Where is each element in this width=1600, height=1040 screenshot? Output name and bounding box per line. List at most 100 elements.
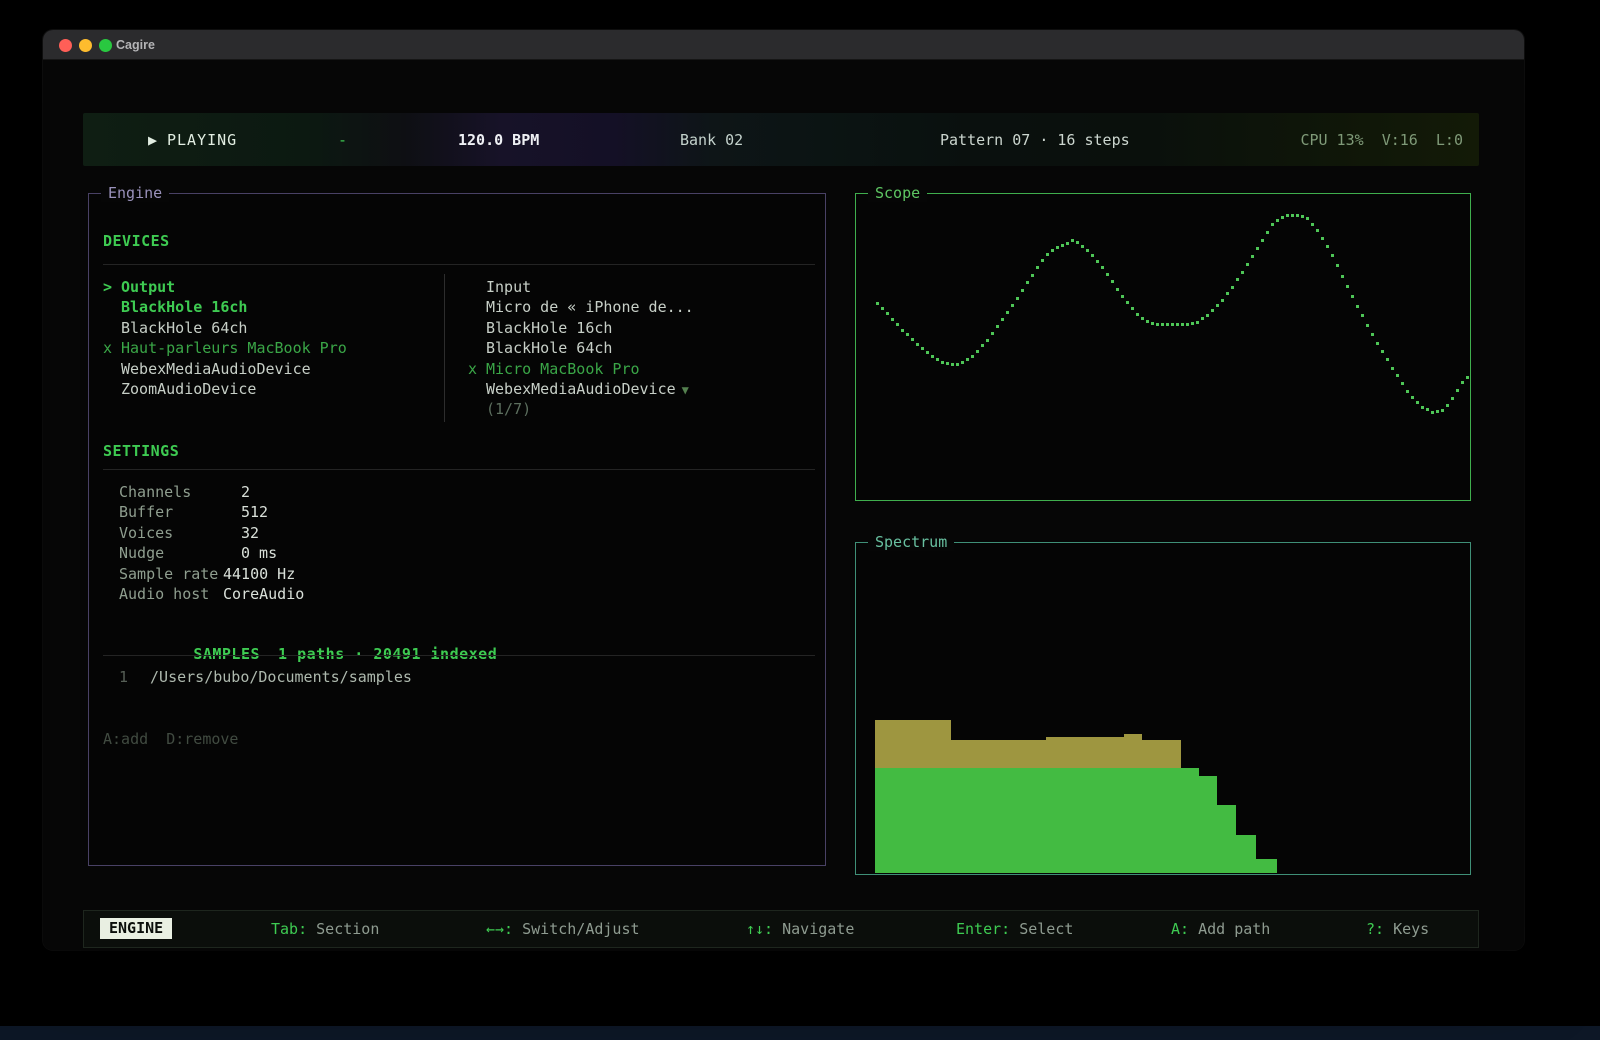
- device-label: BlackHole 16ch: [486, 319, 612, 337]
- device-item[interactable]: WebexMediaAudioDevice▼: [468, 380, 689, 400]
- scope-sample-dot: [1156, 323, 1159, 326]
- scope-sample-dot: [1151, 322, 1154, 325]
- scope-sample-dot: [1206, 314, 1209, 317]
- setting-label: Nudge: [119, 544, 164, 562]
- hint-label: Select: [1010, 920, 1073, 938]
- device-item[interactable]: xHaut-parleurs MacBook Pro: [103, 339, 347, 359]
- spectrum-peak-bar: [1046, 737, 1123, 768]
- scope-sample-dot: [1251, 255, 1254, 258]
- scope-sample-dot: [1346, 285, 1349, 288]
- mode-badge[interactable]: ENGINE: [100, 918, 172, 939]
- scope-sample-dot: [1316, 229, 1319, 232]
- bpm-value[interactable]: 120.0 BPM: [458, 131, 539, 149]
- input-column-header[interactable]: Input: [468, 278, 531, 298]
- setting-value[interactable]: 2: [241, 483, 250, 501]
- device-item[interactable]: WebexMediaAudioDevice: [103, 360, 311, 380]
- setting-value[interactable]: 32: [241, 524, 259, 542]
- scope-sample-dot: [1261, 239, 1264, 242]
- device-prefix: [468, 298, 486, 316]
- scope-sample-dot: [966, 358, 969, 361]
- divider: [103, 469, 815, 470]
- setting-value[interactable]: CoreAudio: [223, 585, 304, 603]
- scope-sample-dot: [1011, 304, 1014, 307]
- setting-row[interactable]: Sample rate44100 Hz: [119, 565, 439, 583]
- device-item[interactable]: BlackHole 64ch: [103, 319, 247, 339]
- scope-sample-dot: [981, 344, 984, 347]
- device-item[interactable]: BlackHole 16ch: [103, 298, 247, 318]
- device-prefix: [103, 360, 121, 378]
- app-content: ▶ PLAYING - 120.0 BPM Bank 02 Pattern 07…: [43, 60, 1524, 950]
- device-item[interactable]: BlackHole 16ch: [468, 319, 612, 339]
- device-label: BlackHole 64ch: [486, 339, 612, 357]
- device-label: BlackHole 64ch: [121, 319, 247, 337]
- setting-row[interactable]: Nudge 0 ms: [119, 544, 439, 562]
- scope-sample-dot: [921, 347, 924, 350]
- zoom-button[interactable]: [99, 39, 112, 52]
- hint-key: A:: [1171, 920, 1189, 938]
- status-bar: ▶ PLAYING - 120.0 BPM Bank 02 Pattern 07…: [83, 113, 1479, 166]
- setting-row[interactable]: Buffer512: [119, 503, 439, 521]
- scope-sample-dot: [1086, 249, 1089, 252]
- device-prefix: [468, 339, 486, 357]
- pattern-indicator[interactable]: Pattern 07 · 16 steps: [940, 131, 1130, 149]
- device-item[interactable]: xMicro MacBook Pro: [468, 360, 640, 380]
- scope-sample-dot: [1181, 323, 1184, 326]
- key-hint-bar: ENGINE Tab: Section←→: Switch/Adjust↑↓: …: [83, 910, 1479, 948]
- key-hint-section: Tab: Section: [271, 920, 379, 938]
- key-hint-keys: ?: Keys: [1366, 920, 1429, 938]
- device-pager: (1/7): [468, 400, 531, 420]
- scope-sample-dot: [1426, 408, 1429, 411]
- samples-summary: 1 paths · 20491 indexed: [278, 645, 497, 663]
- scope-sample-dot: [886, 312, 889, 315]
- scope-sample-dot: [1331, 254, 1334, 257]
- spectrum-panel: Spectrum: [855, 542, 1471, 875]
- scope-sample-dot: [1456, 389, 1459, 392]
- scroll-down-icon: ▼: [682, 383, 689, 397]
- hint-label: Navigate: [773, 920, 854, 938]
- scope-sample-dot: [1076, 241, 1079, 244]
- scope-sample-dot: [1281, 216, 1284, 219]
- path-text: /Users/bubo/Documents/samples: [150, 668, 412, 686]
- setting-label: Audio host: [119, 585, 209, 603]
- setting-row[interactable]: Audio host CoreAudio: [119, 585, 439, 603]
- spectrum-level-bar: [1236, 835, 1256, 873]
- scope-sample-dot: [1341, 275, 1344, 278]
- scope-sample-dot: [1351, 295, 1354, 298]
- samples-heading: SAMPLES: [193, 645, 260, 663]
- scope-sample-dot: [1311, 223, 1314, 226]
- bank-indicator[interactable]: Bank 02: [680, 131, 743, 149]
- device-item[interactable]: BlackHole 64ch: [468, 339, 612, 359]
- device-item[interactable]: Micro de « iPhone de...: [468, 298, 694, 318]
- setting-row[interactable]: Voices32: [119, 524, 439, 542]
- scope-sample-dot: [1061, 244, 1064, 247]
- scope-sample-dot: [1041, 259, 1044, 262]
- setting-value[interactable]: 44100 Hz: [223, 565, 295, 583]
- scope-sample-dot: [976, 350, 979, 353]
- scope-sample-dot: [1051, 249, 1054, 252]
- setting-value[interactable]: 0 ms: [241, 544, 277, 562]
- hint-key: Tab:: [271, 920, 307, 938]
- scope-sample-dot: [991, 332, 994, 335]
- scope-sample-dot: [891, 318, 894, 321]
- spectrum-peak-bar: [1142, 740, 1181, 768]
- scope-sample-dot: [1271, 223, 1274, 226]
- device-prefix: [468, 319, 486, 337]
- scope-sample-dot: [1211, 309, 1214, 312]
- spectrum-display: [856, 543, 1470, 874]
- scope-sample-dot: [936, 358, 939, 361]
- setting-row[interactable]: Channels2: [119, 483, 439, 501]
- scope-sample-dot: [1396, 374, 1399, 377]
- device-item[interactable]: ZoomAudioDevice: [103, 380, 256, 400]
- output-column-header[interactable]: >Output: [103, 278, 175, 298]
- scope-sample-dot: [1461, 381, 1464, 384]
- scope-sample-dot: [1411, 396, 1414, 399]
- setting-value[interactable]: 512: [241, 503, 268, 521]
- sample-path-row[interactable]: 1/Users/bubo/Documents/samples: [119, 668, 412, 686]
- spectrum-level-bar: [1199, 776, 1217, 873]
- minimize-button[interactable]: [79, 39, 92, 52]
- key-hint-select: Enter: Select: [956, 920, 1073, 938]
- close-button[interactable]: [59, 39, 72, 52]
- settings-heading: SETTINGS: [103, 442, 179, 460]
- scope-sample-dot: [1326, 245, 1329, 248]
- column-label: Input: [486, 278, 531, 296]
